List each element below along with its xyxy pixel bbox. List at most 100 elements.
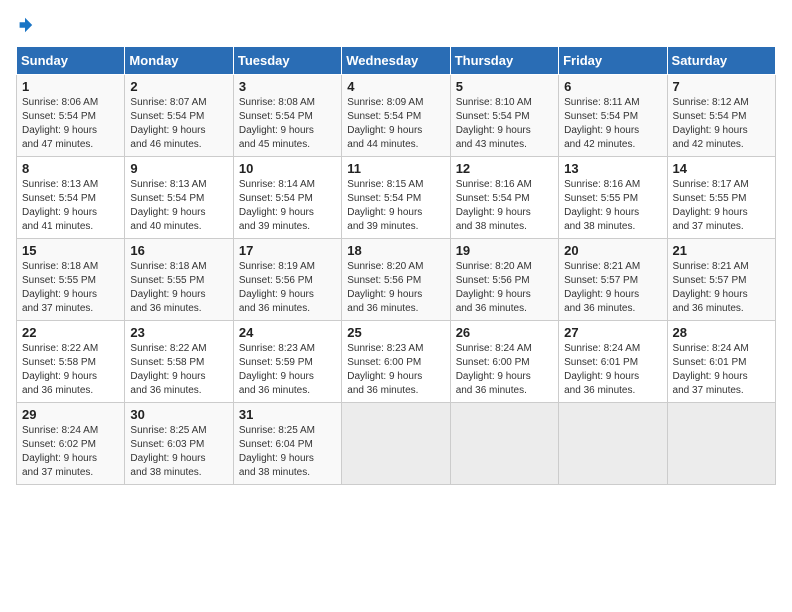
day-number: 10	[239, 161, 336, 176]
calendar-table: SundayMondayTuesdayWednesdayThursdayFrid…	[16, 46, 776, 485]
calendar-cell: 20 Sunrise: 8:21 AMSunset: 5:57 PMDaylig…	[559, 239, 667, 321]
day-number: 16	[130, 243, 227, 258]
day-info: Sunrise: 8:18 AMSunset: 5:55 PMDaylight:…	[130, 261, 206, 314]
header-tuesday: Tuesday	[233, 47, 341, 75]
calendar-cell: 15 Sunrise: 8:18 AMSunset: 5:55 PMDaylig…	[17, 239, 125, 321]
calendar-cell: 6 Sunrise: 8:11 AMSunset: 5:54 PMDayligh…	[559, 75, 667, 157]
day-info: Sunrise: 8:20 AMSunset: 5:56 PMDaylight:…	[347, 261, 423, 314]
calendar-cell: 16 Sunrise: 8:18 AMSunset: 5:55 PMDaylig…	[125, 239, 233, 321]
calendar-cell: 23 Sunrise: 8:22 AMSunset: 5:58 PMDaylig…	[125, 321, 233, 403]
day-info: Sunrise: 8:24 AMSunset: 6:01 PMDaylight:…	[564, 343, 640, 396]
calendar-cell: 24 Sunrise: 8:23 AMSunset: 5:59 PMDaylig…	[233, 321, 341, 403]
day-number: 25	[347, 325, 444, 340]
day-info: Sunrise: 8:08 AMSunset: 5:54 PMDaylight:…	[239, 97, 315, 150]
day-info: Sunrise: 8:24 AMSunset: 6:00 PMDaylight:…	[456, 343, 532, 396]
header-monday: Monday	[125, 47, 233, 75]
day-info: Sunrise: 8:20 AMSunset: 5:56 PMDaylight:…	[456, 261, 532, 314]
calendar-cell: 28 Sunrise: 8:24 AMSunset: 6:01 PMDaylig…	[667, 321, 775, 403]
calendar-header-row: SundayMondayTuesdayWednesdayThursdayFrid…	[17, 47, 776, 75]
calendar-cell: 25 Sunrise: 8:23 AMSunset: 6:00 PMDaylig…	[342, 321, 450, 403]
day-info: Sunrise: 8:25 AMSunset: 6:03 PMDaylight:…	[130, 425, 206, 478]
day-info: Sunrise: 8:25 AMSunset: 6:04 PMDaylight:…	[239, 425, 315, 478]
day-info: Sunrise: 8:16 AMSunset: 5:54 PMDaylight:…	[456, 179, 532, 232]
calendar-cell: 5 Sunrise: 8:10 AMSunset: 5:54 PMDayligh…	[450, 75, 558, 157]
header-thursday: Thursday	[450, 47, 558, 75]
calendar-cell: 7 Sunrise: 8:12 AMSunset: 5:54 PMDayligh…	[667, 75, 775, 157]
header-wednesday: Wednesday	[342, 47, 450, 75]
calendar-cell: 4 Sunrise: 8:09 AMSunset: 5:54 PMDayligh…	[342, 75, 450, 157]
logo	[16, 16, 34, 34]
day-number: 5	[456, 79, 553, 94]
calendar-cell: 17 Sunrise: 8:19 AMSunset: 5:56 PMDaylig…	[233, 239, 341, 321]
calendar-cell	[667, 403, 775, 485]
day-number: 19	[456, 243, 553, 258]
day-number: 17	[239, 243, 336, 258]
calendar-cell	[559, 403, 667, 485]
day-number: 22	[22, 325, 119, 340]
day-number: 15	[22, 243, 119, 258]
day-number: 9	[130, 161, 227, 176]
calendar-cell: 8 Sunrise: 8:13 AMSunset: 5:54 PMDayligh…	[17, 157, 125, 239]
day-number: 14	[673, 161, 770, 176]
day-info: Sunrise: 8:15 AMSunset: 5:54 PMDaylight:…	[347, 179, 423, 232]
day-number: 3	[239, 79, 336, 94]
calendar-cell: 12 Sunrise: 8:16 AMSunset: 5:54 PMDaylig…	[450, 157, 558, 239]
day-number: 21	[673, 243, 770, 258]
day-info: Sunrise: 8:22 AMSunset: 5:58 PMDaylight:…	[130, 343, 206, 396]
day-info: Sunrise: 8:22 AMSunset: 5:58 PMDaylight:…	[22, 343, 98, 396]
day-number: 26	[456, 325, 553, 340]
day-number: 29	[22, 407, 119, 422]
day-info: Sunrise: 8:23 AMSunset: 6:00 PMDaylight:…	[347, 343, 423, 396]
calendar-cell: 1 Sunrise: 8:06 AMSunset: 5:54 PMDayligh…	[17, 75, 125, 157]
day-number: 12	[456, 161, 553, 176]
calendar-week-row: 15 Sunrise: 8:18 AMSunset: 5:55 PMDaylig…	[17, 239, 776, 321]
day-info: Sunrise: 8:16 AMSunset: 5:55 PMDaylight:…	[564, 179, 640, 232]
day-number: 31	[239, 407, 336, 422]
day-number: 6	[564, 79, 661, 94]
calendar-cell	[342, 403, 450, 485]
day-info: Sunrise: 8:14 AMSunset: 5:54 PMDaylight:…	[239, 179, 315, 232]
calendar-cell: 10 Sunrise: 8:14 AMSunset: 5:54 PMDaylig…	[233, 157, 341, 239]
day-info: Sunrise: 8:12 AMSunset: 5:54 PMDaylight:…	[673, 97, 749, 150]
day-info: Sunrise: 8:10 AMSunset: 5:54 PMDaylight:…	[456, 97, 532, 150]
calendar-cell: 19 Sunrise: 8:20 AMSunset: 5:56 PMDaylig…	[450, 239, 558, 321]
day-info: Sunrise: 8:11 AMSunset: 5:54 PMDaylight:…	[564, 97, 639, 150]
calendar-cell: 11 Sunrise: 8:15 AMSunset: 5:54 PMDaylig…	[342, 157, 450, 239]
day-info: Sunrise: 8:21 AMSunset: 5:57 PMDaylight:…	[564, 261, 640, 314]
day-info: Sunrise: 8:19 AMSunset: 5:56 PMDaylight:…	[239, 261, 315, 314]
calendar-cell: 3 Sunrise: 8:08 AMSunset: 5:54 PMDayligh…	[233, 75, 341, 157]
day-number: 20	[564, 243, 661, 258]
day-number: 8	[22, 161, 119, 176]
day-info: Sunrise: 8:18 AMSunset: 5:55 PMDaylight:…	[22, 261, 98, 314]
calendar-cell: 26 Sunrise: 8:24 AMSunset: 6:00 PMDaylig…	[450, 321, 558, 403]
day-number: 30	[130, 407, 227, 422]
day-number: 27	[564, 325, 661, 340]
day-number: 18	[347, 243, 444, 258]
day-info: Sunrise: 8:07 AMSunset: 5:54 PMDaylight:…	[130, 97, 206, 150]
day-number: 1	[22, 79, 119, 94]
day-info: Sunrise: 8:24 AMSunset: 6:02 PMDaylight:…	[22, 425, 98, 478]
calendar-week-row: 8 Sunrise: 8:13 AMSunset: 5:54 PMDayligh…	[17, 157, 776, 239]
calendar-cell: 9 Sunrise: 8:13 AMSunset: 5:54 PMDayligh…	[125, 157, 233, 239]
day-number: 13	[564, 161, 661, 176]
calendar-cell: 27 Sunrise: 8:24 AMSunset: 6:01 PMDaylig…	[559, 321, 667, 403]
day-number: 28	[673, 325, 770, 340]
day-info: Sunrise: 8:13 AMSunset: 5:54 PMDaylight:…	[22, 179, 98, 232]
calendar-cell: 29 Sunrise: 8:24 AMSunset: 6:02 PMDaylig…	[17, 403, 125, 485]
calendar-cell: 31 Sunrise: 8:25 AMSunset: 6:04 PMDaylig…	[233, 403, 341, 485]
header-sunday: Sunday	[17, 47, 125, 75]
calendar-cell: 13 Sunrise: 8:16 AMSunset: 5:55 PMDaylig…	[559, 157, 667, 239]
calendar-cell: 21 Sunrise: 8:21 AMSunset: 5:57 PMDaylig…	[667, 239, 775, 321]
day-number: 2	[130, 79, 227, 94]
calendar-week-row: 1 Sunrise: 8:06 AMSunset: 5:54 PMDayligh…	[17, 75, 776, 157]
day-number: 11	[347, 161, 444, 176]
calendar-cell: 2 Sunrise: 8:07 AMSunset: 5:54 PMDayligh…	[125, 75, 233, 157]
day-number: 7	[673, 79, 770, 94]
calendar-cell: 14 Sunrise: 8:17 AMSunset: 5:55 PMDaylig…	[667, 157, 775, 239]
page-header	[16, 16, 776, 34]
day-info: Sunrise: 8:17 AMSunset: 5:55 PMDaylight:…	[673, 179, 749, 232]
header-saturday: Saturday	[667, 47, 775, 75]
day-info: Sunrise: 8:21 AMSunset: 5:57 PMDaylight:…	[673, 261, 749, 314]
day-info: Sunrise: 8:23 AMSunset: 5:59 PMDaylight:…	[239, 343, 315, 396]
calendar-week-row: 29 Sunrise: 8:24 AMSunset: 6:02 PMDaylig…	[17, 403, 776, 485]
